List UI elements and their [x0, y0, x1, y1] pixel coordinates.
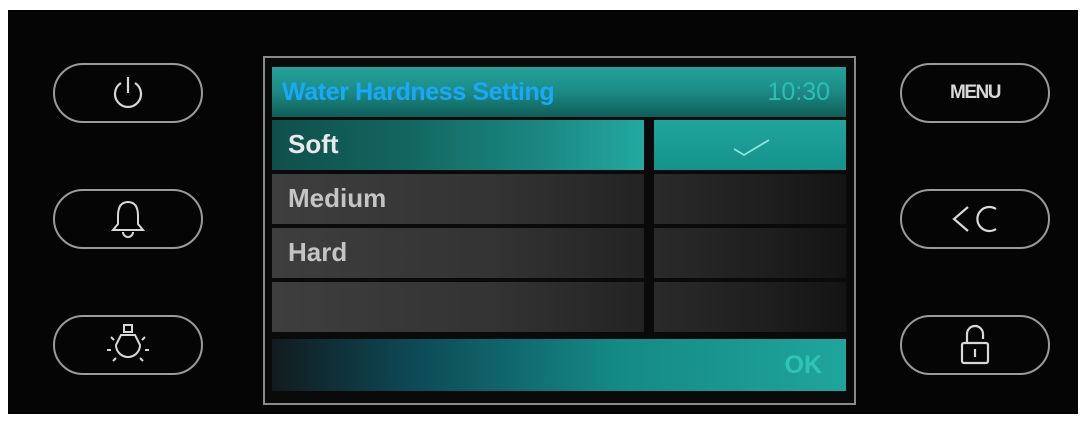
menu-button[interactable]: MENU [900, 63, 1050, 123]
title-bar: Water Hardness Setting 10:30 [272, 67, 846, 117]
bell-icon [110, 200, 146, 238]
option-label: Medium [288, 183, 387, 213]
display-screen: Water Hardness Setting 10:30 Soft Medium… [263, 56, 856, 405]
clock-time: 10:30 [767, 78, 830, 106]
option-empty [272, 282, 644, 332]
power-icon [113, 77, 143, 108]
alarm-button[interactable] [53, 189, 203, 249]
checkmark-icon [733, 139, 770, 157]
option-medium[interactable]: Medium [272, 174, 644, 224]
back-clear-icon [952, 205, 997, 233]
screen-title: Water Hardness Setting [282, 78, 555, 106]
power-button[interactable] [53, 63, 203, 123]
control-panel: MENU Water Hardness Setting 10:30 Soft M… [8, 10, 1078, 414]
back-clear-button[interactable] [900, 189, 1050, 249]
option-label: Hard [288, 237, 348, 267]
menu-label: MENU [950, 82, 1001, 103]
ok-bar[interactable]: OK [272, 339, 846, 391]
option-hard-check-cell[interactable] [654, 228, 846, 278]
light-bulb-icon [107, 324, 149, 362]
option-empty-check-cell [654, 282, 846, 332]
option-label: Soft [288, 129, 339, 159]
option-soft-check-cell[interactable] [654, 120, 846, 170]
light-button[interactable] [53, 315, 203, 375]
ok-button[interactable]: OK [785, 351, 823, 380]
lock-button[interactable] [900, 315, 1050, 375]
option-medium-check-cell[interactable] [654, 174, 846, 224]
option-hard[interactable]: Hard [272, 228, 644, 278]
option-soft[interactable]: Soft [272, 120, 644, 170]
unlock-icon [960, 324, 990, 365]
